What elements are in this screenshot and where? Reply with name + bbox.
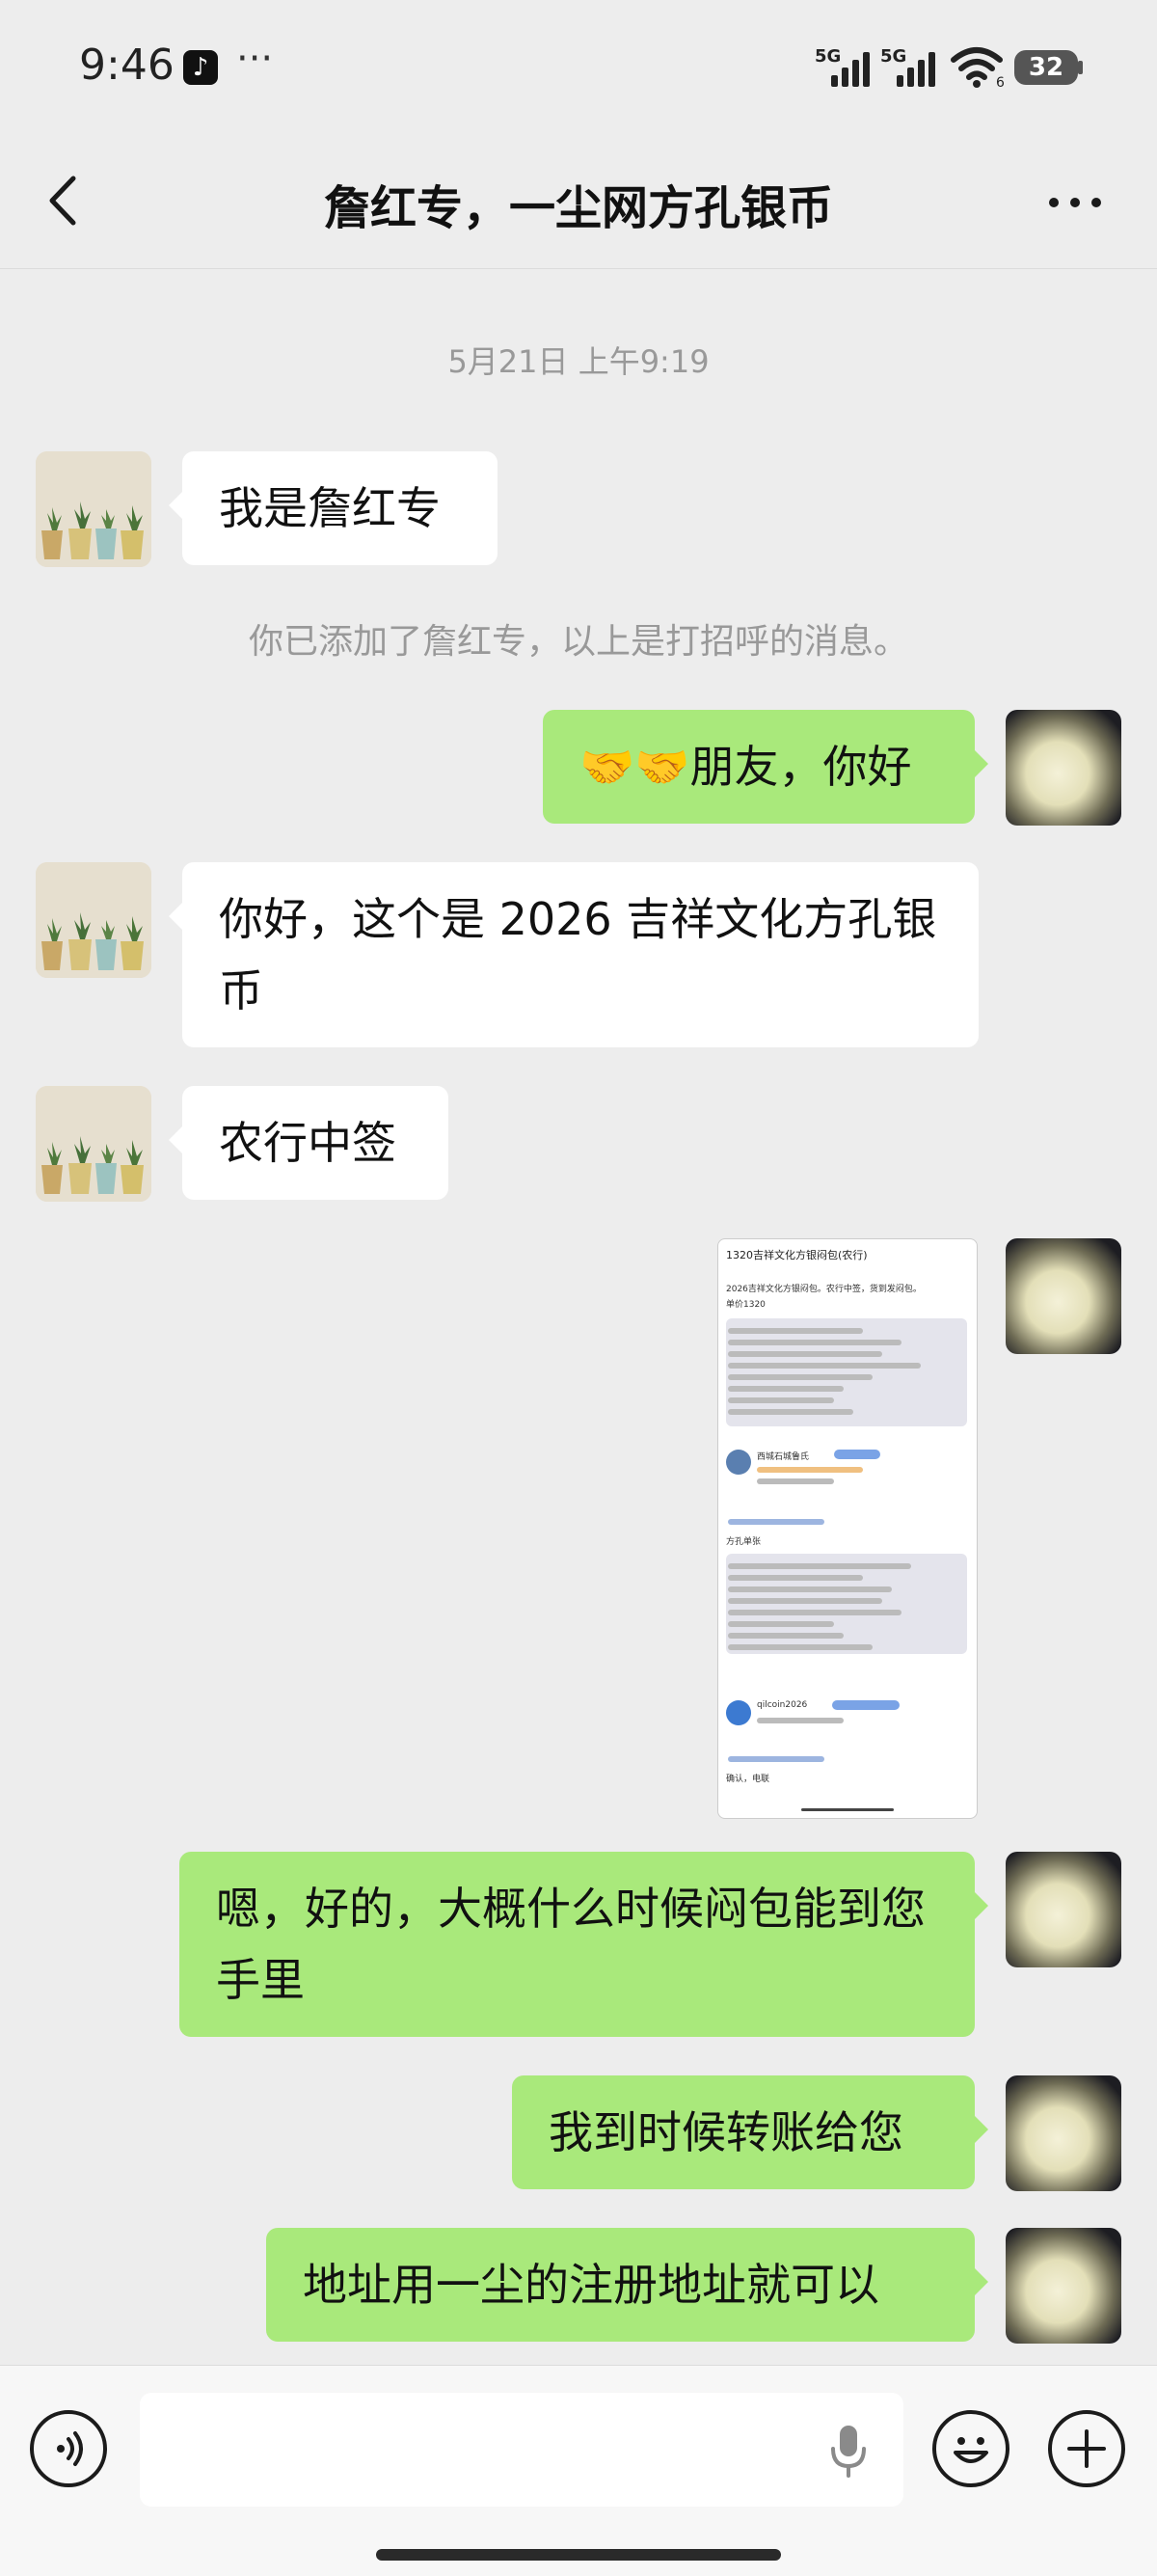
image-user-1: 西城石城鲁氏 [757, 1452, 810, 1462]
chat-header: 詹红专，一尘网方孔银币 [0, 135, 1157, 269]
message-bubble[interactable]: 我到时候转账给您 [512, 2075, 988, 2189]
self-avatar[interactable] [1006, 2228, 1121, 2344]
image-title: 1320吉祥文化方银闷包(农行) [726, 1249, 868, 1261]
image-user-2: qilcoin2026 [757, 1700, 808, 1710]
self-avatar[interactable] [1006, 710, 1121, 826]
voice-icon [57, 2431, 83, 2466]
voice-toggle-button[interactable] [30, 2410, 107, 2487]
message-bubble[interactable]: 地址用一尘的注册地址就可以 [266, 2228, 988, 2342]
add-icon [1067, 2429, 1106, 2468]
plants-avatar-image [36, 862, 151, 978]
plants-avatar-image [36, 451, 151, 567]
mic-icon[interactable] [825, 2422, 872, 2480]
image-badge-1 [834, 1450, 880, 1459]
image-footer: 确认，电联 [726, 1775, 770, 1784]
wifi-icon: 6 [951, 47, 1005, 89]
message-bubble[interactable]: 农行中签 [169, 1086, 448, 1200]
chat-timestamp: 5月21日 上午9:19 [447, 343, 710, 380]
system-message: 你已添加了詹红专，以上是打招呼的消息。 [248, 622, 908, 662]
emoji-icon [954, 2437, 988, 2463]
self-avatar[interactable] [1006, 1852, 1121, 1967]
wifi-sub-label: 6 [996, 75, 1005, 89]
status-time: 9:46 [79, 41, 175, 90]
tiktok-icon: ♪ [183, 50, 218, 85]
contact-avatar[interactable] [36, 1086, 151, 1202]
self-avatar[interactable] [1006, 2075, 1121, 2191]
status-bar: 9:46 ♪ ··· 5G 5G 6 32 [0, 0, 1157, 135]
more-dots-icon[interactable] [1046, 185, 1104, 220]
image-line-2: 单价1320 [726, 1300, 766, 1310]
image-message[interactable]: 1320吉祥文化方银闷包(农行) 2026吉祥文化方银闷包。农行中签，货到发闷包… [717, 1238, 978, 1819]
image-section: 方孔单张 [726, 1537, 762, 1547]
message-bubble[interactable]: 我是詹红专 [169, 451, 498, 565]
chat-title: 詹红专，一尘网方孔银币 [323, 181, 833, 235]
self-avatar[interactable] [1006, 1238, 1121, 1354]
message-input[interactable] [140, 2393, 903, 2507]
contact-avatar[interactable] [36, 451, 151, 567]
image-badge-2 [832, 1700, 900, 1710]
image-avatar-2 [726, 1700, 751, 1725]
image-line-1: 2026吉祥文化方银闷包。农行中签，货到发闷包。 [726, 1285, 922, 1294]
contact-avatar[interactable] [36, 862, 151, 978]
message-bubble[interactable]: 嗯，好的，大概什么时候闷包能到您手里 [179, 1852, 988, 2037]
signal-icon-1 [831, 50, 870, 87]
battery-tip [1078, 61, 1083, 74]
message-bubble[interactable]: 你好，这个是 2026 吉祥文化方孔银币 [169, 862, 979, 1047]
home-indicator [376, 2549, 781, 2561]
image-avatar-1 [726, 1450, 751, 1475]
image-home-indicator [801, 1808, 894, 1811]
signal-icon-2 [897, 50, 935, 87]
add-button[interactable] [1048, 2410, 1125, 2487]
battery-icon: 32 [1014, 50, 1078, 85]
message-bubble[interactable]: 🤝🤝朋友，你好 [543, 710, 988, 824]
status-more-icon: ··· [236, 37, 274, 81]
emoji-button[interactable] [932, 2410, 1009, 2487]
input-bar [0, 2365, 1157, 2576]
plants-avatar-image [36, 1086, 151, 1202]
